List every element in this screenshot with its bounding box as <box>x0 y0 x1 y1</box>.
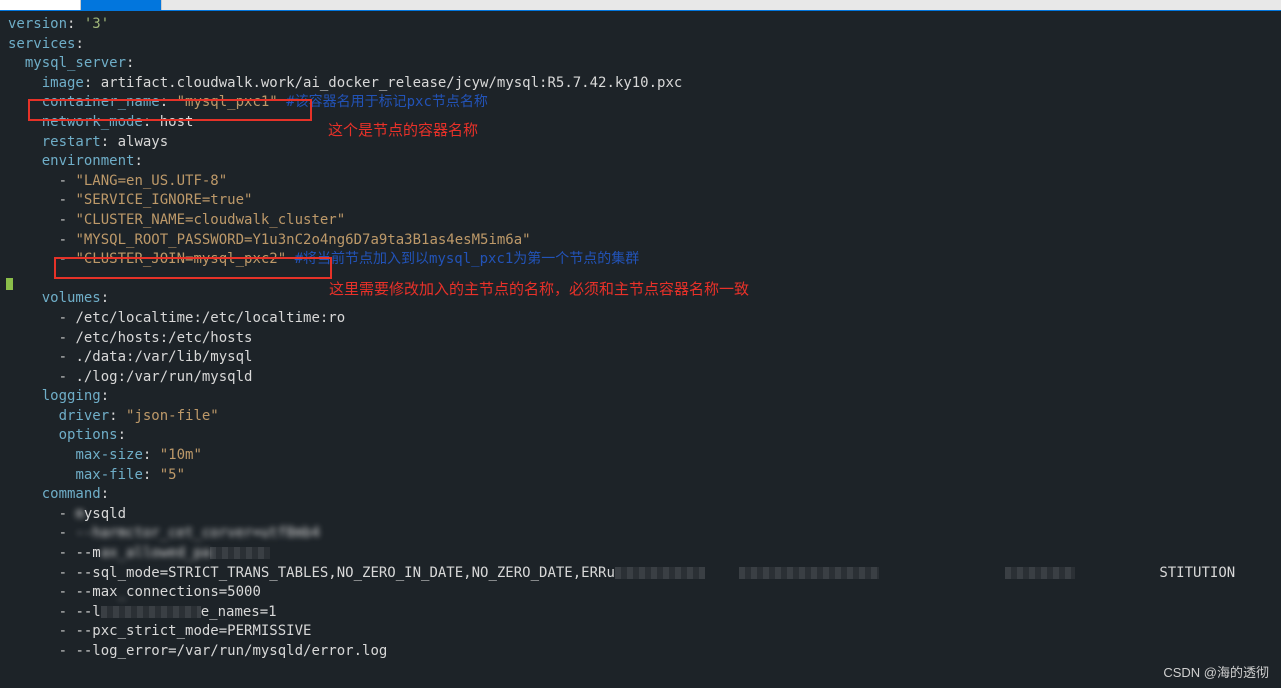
code-line: - ./log:/var/run/mysqld <box>8 368 1273 388</box>
watermark: CSDN @海的透彻 <box>1163 664 1269 682</box>
code-line: logging: <box>8 387 1273 407</box>
code-editor[interactable]: version: '3' services: mysql_server: ima… <box>0 11 1281 666</box>
annotation-2: 这里需要修改加入的主节点的名称，必须和主节点容器名称一致 <box>329 280 749 301</box>
code-line: - --harmctor_cet_corver=utf8mb4 <box>8 524 1273 544</box>
code-line: - --le_names=1 <box>8 603 1273 623</box>
code-line: restart: always <box>8 133 1273 153</box>
code-line: version: '3' <box>8 15 1273 35</box>
code-line: - ./data:/var/lib/mysql <box>8 348 1273 368</box>
code-line: command: <box>8 485 1273 505</box>
code-line: network_mode: host <box>8 113 1273 133</box>
code-line-container-name: container_name: "mysql_pxc1" #该容器名用于标记px… <box>8 93 1273 113</box>
code-line: - /etc/hosts:/etc/hosts <box>8 329 1273 349</box>
code-line: - "CLUSTER_NAME=cloudwalk_cluster" <box>8 211 1273 231</box>
tab-2[interactable] <box>81 0 162 10</box>
cursor-indicator <box>6 278 13 290</box>
code-line: environment: <box>8 152 1273 172</box>
code-line: - --max_allowed_pa <box>8 544 1273 564</box>
tab-bar <box>0 0 1281 11</box>
code-line: - "MYSQL_ROOT_PASSWORD=Y1u3nC2o4ng6D7a9t… <box>8 231 1273 251</box>
code-line: - --max_connections=5000 <box>8 583 1273 603</box>
code-line: services: <box>8 35 1273 55</box>
code-line: - "LANG=en_US.UTF-8" <box>8 172 1273 192</box>
code-line: max-file: "5" <box>8 466 1273 486</box>
code-line-cluster-join: - "CLUSTER_JOIN=mysql_pxc2" #将当前节点加入到以my… <box>8 250 1273 270</box>
annotation-1: 这个是节点的容器名称 <box>328 121 478 142</box>
code-line: - --log_error=/var/run/mysqld/error.log <box>8 642 1273 662</box>
code-line: - --pxc_strict_mode=PERMISSIVE <box>8 622 1273 642</box>
code-line: driver: "json-file" <box>8 407 1273 427</box>
code-line: max-size: "10m" <box>8 446 1273 466</box>
code-line: - /etc/localtime:/etc/localtime:ro <box>8 309 1273 329</box>
code-line: mysql_server: <box>8 54 1273 74</box>
code-line: - --sql_mode=STRICT_TRANS_TABLES,NO_ZERO… <box>8 564 1273 584</box>
code-line: - mysqld <box>8 505 1273 525</box>
tab-1[interactable] <box>0 0 81 10</box>
code-line: options: <box>8 426 1273 446</box>
code-line: - "SERVICE_IGNORE=true" <box>8 191 1273 211</box>
code-line: image: artifact.cloudwalk.work/ai_docker… <box>8 74 1273 94</box>
